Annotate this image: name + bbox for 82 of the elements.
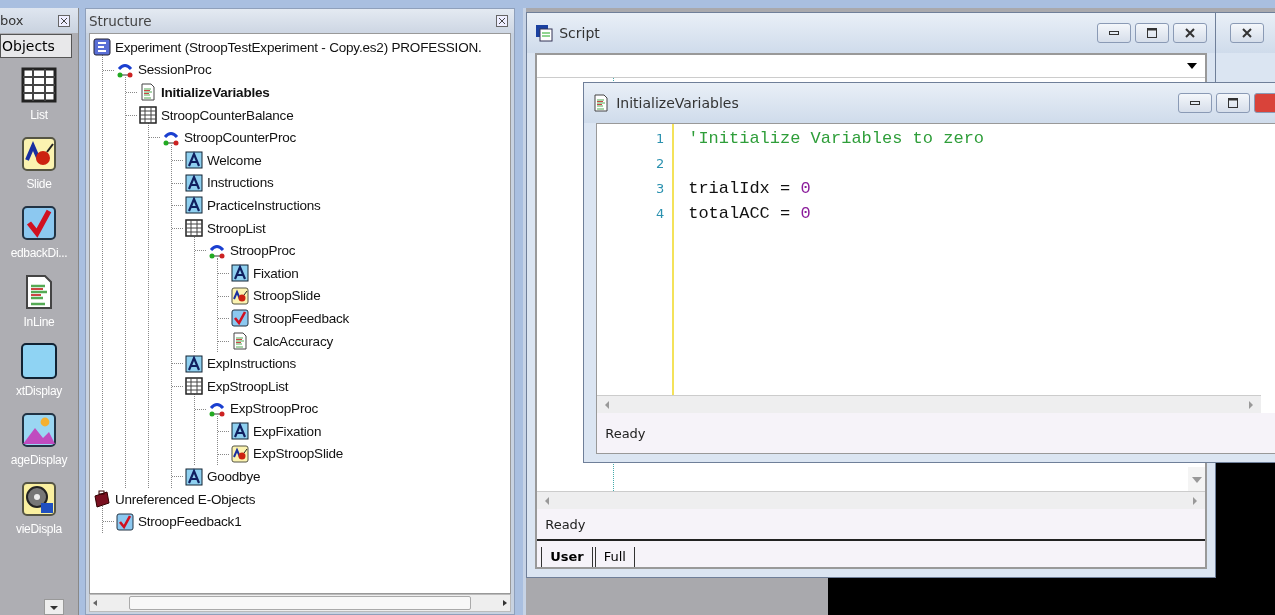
tree-item[interactable]: PracticeInstructions: [206, 197, 321, 213]
minimize-button[interactable]: [1097, 23, 1132, 43]
code-line: trialIdx = 0: [688, 179, 811, 198]
tree-item[interactable]: Instructions: [206, 175, 274, 191]
maximize-button[interactable]: [1135, 23, 1170, 43]
tree-item[interactable]: StroopSlide: [252, 288, 321, 304]
tree-item[interactable]: Goodbye: [206, 469, 261, 485]
panel-title: Structure: [88, 13, 152, 29]
code-line: 'Initialize Variables to zero: [688, 129, 985, 148]
briefcase-icon: [92, 490, 111, 509]
slide-icon: [230, 445, 249, 463]
letter-icon: [184, 354, 203, 373]
document-icon: [138, 83, 157, 102]
scroll-down-button[interactable]: [43, 599, 64, 615]
film-reel-icon: [21, 481, 57, 517]
document-icon: [592, 94, 611, 112]
line-number: 2: [655, 156, 665, 171]
tree-item[interactable]: StroopList: [206, 220, 266, 236]
table-icon: [21, 67, 57, 103]
minimize-button[interactable]: [1178, 93, 1213, 113]
tree-item[interactable]: StroopCounterBalance: [160, 107, 294, 123]
status-text: Ready: [545, 516, 586, 532]
slide-icon: [230, 286, 249, 305]
tree-item[interactable]: StroopProc: [229, 243, 296, 259]
window-title: Script: [559, 25, 600, 41]
script-icon: [535, 24, 554, 42]
sheet-tab[interactable]: User: [541, 547, 593, 567]
tree-item[interactable]: ExpInstructions: [206, 356, 297, 372]
close-icon: [1242, 28, 1253, 38]
document-icon: [230, 332, 249, 350]
checkmark-icon: [115, 512, 134, 531]
scroll-down-icon[interactable]: [1191, 477, 1202, 483]
checkmark-icon: [21, 205, 57, 241]
letter-icon: [184, 467, 203, 486]
sheet-tab[interactable]: Full: [594, 547, 635, 567]
line-number: 4: [655, 206, 665, 221]
tree-item[interactable]: Welcome: [206, 152, 262, 168]
window-title: InitializeVariables: [616, 95, 739, 111]
tree-item[interactable]: StroopCounterProc: [183, 130, 297, 146]
line-number: 3: [655, 181, 665, 196]
table-icon: [138, 106, 157, 125]
close-button[interactable]: [1230, 23, 1265, 43]
close-icon[interactable]: [496, 15, 509, 27]
table-icon: [184, 219, 203, 238]
tree-item[interactable]: Unreferenced E-Objects: [114, 491, 256, 507]
tree-item[interactable]: ExpStroopSlide: [252, 446, 344, 462]
minimize-icon: [1190, 101, 1201, 105]
letter-icon: [184, 173, 203, 192]
letter-icon: [230, 422, 249, 441]
tree-item[interactable]: InitializeVariables: [160, 85, 270, 100]
letter-icon: [184, 151, 203, 170]
image-icon: [21, 412, 57, 448]
line-number: 1: [655, 131, 665, 146]
minimize-icon: [1109, 31, 1120, 35]
objects-tab[interactable]: Objects: [0, 34, 72, 58]
tree-item[interactable]: StroopFeedback1: [137, 514, 242, 530]
tree-item[interactable]: Fixation: [252, 265, 299, 281]
close-icon: [1185, 28, 1196, 38]
horizontal-scrollbar[interactable]: [88, 594, 512, 612]
close-icon[interactable]: [57, 14, 70, 27]
maximize-icon: [1228, 98, 1239, 108]
checkmark-icon: [230, 309, 249, 328]
tree-item[interactable]: CalcAccuracy: [252, 333, 333, 349]
experiment-icon: [92, 38, 111, 57]
tree-item[interactable]: ExpFixation: [252, 423, 322, 439]
tree-item[interactable]: ExpStroopList: [206, 378, 289, 394]
vertical-scrollbar[interactable]: [1188, 467, 1206, 491]
letter-icon: [230, 264, 249, 283]
letter-icon: [184, 196, 203, 215]
close-button[interactable]: [1173, 23, 1208, 43]
code-line: totalACC = 0: [688, 204, 811, 223]
caret-icon: [1187, 63, 1198, 69]
table-icon: [184, 377, 203, 396]
tree-item[interactable]: StroopFeedback: [252, 310, 350, 326]
status-text: Ready: [605, 425, 646, 441]
tree-item[interactable]: ExpStroopProc: [229, 401, 319, 417]
tree-item[interactable]: SessionProc: [137, 62, 212, 78]
panel-title: box: [0, 13, 24, 28]
slide-icon: [21, 136, 57, 172]
tree-item[interactable]: Experiment (StroopTestExperiment - Copy.es2) PROFESSION.: [114, 39, 482, 55]
maximize-icon: [1147, 28, 1158, 38]
maximize-button[interactable]: [1216, 93, 1251, 113]
